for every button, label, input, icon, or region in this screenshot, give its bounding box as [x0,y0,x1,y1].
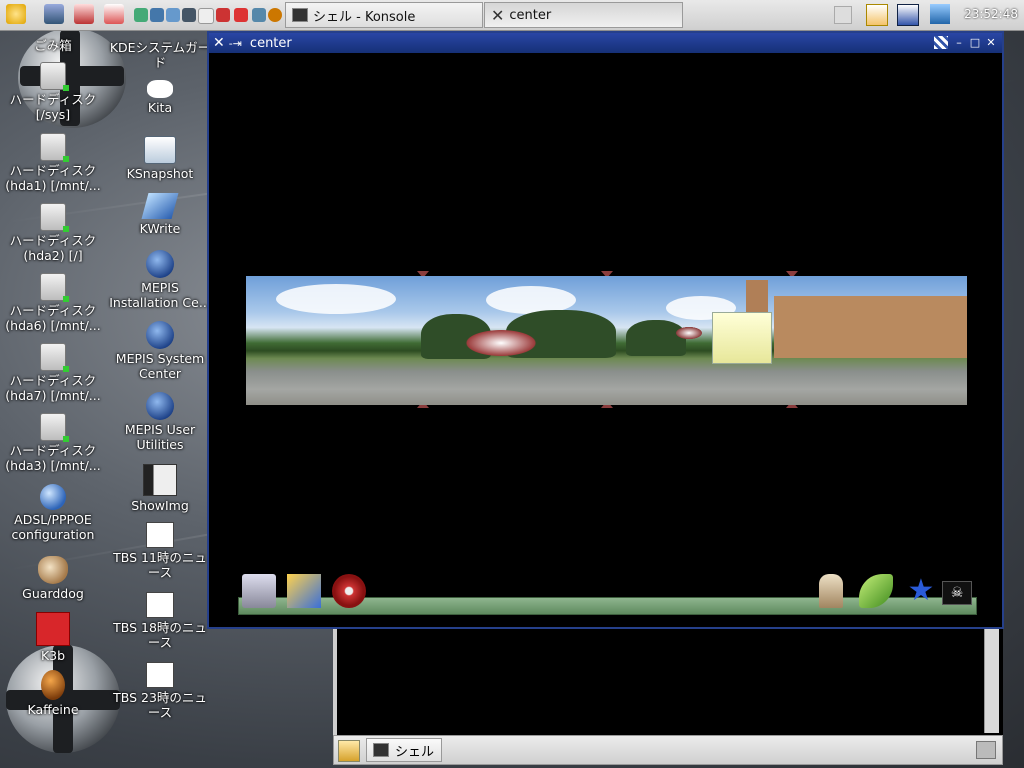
camera-icon [144,136,176,164]
kita-icon [147,80,173,98]
network-icon[interactable] [930,4,950,24]
window-titlebar[interactable]: ✕ -⇥ center – □ ✕ [209,33,1002,53]
desktop-icon-hdd-sys[interactable]: ハードディスク [/sys] [1,62,105,122]
desktop-icon-trash[interactable]: ごみ箱 [1,32,105,53]
desktop-icon-tbs11[interactable]: TBS 11時のニュース [108,522,212,580]
clock: 23:52:48 [964,7,1018,21]
building [774,296,967,358]
terminal-icon[interactable] [182,8,196,22]
k3b-icon[interactable] [234,8,248,22]
desktop-icon-kaffeine[interactable]: Kaffeine [1,670,105,717]
window-title: center [249,35,292,51]
konsole-scrollbar[interactable] [984,629,999,733]
desktop-icon-hdd-hda6[interactable]: ハードディスク (hda6) [/mnt/... [1,273,105,333]
hard-disk-icon [40,273,69,302]
mepis-system-icon [146,321,174,349]
x-icon: ✕ [491,5,505,25]
showimg-icon [143,464,177,496]
center-window: ✕ -⇥ center – □ ✕ ★ ☠ [207,31,1004,629]
globe-icon [40,484,66,510]
kaffeine-icon [41,670,65,700]
pirate-icon[interactable]: ☠ [942,581,972,605]
sticky-icon[interactable]: -⇥ [229,37,242,50]
tower-icon[interactable] [819,574,843,608]
cloud [276,284,396,314]
app-icon[interactable] [150,8,164,22]
konsole-tabbar: シェル [333,735,1003,765]
desktop-icon-hdd-hda3[interactable]: ハードディスク (hda3) [/mnt/... [1,413,105,473]
desktop-icon-hdd-hda7[interactable]: ハードディスク (hda7) [/mnt/... [1,343,105,403]
task-center[interactable]: ✕ center [484,2,683,28]
hard-disk-icon [40,343,69,372]
minimize-button[interactable]: – [952,36,966,49]
pen-icon [141,193,179,219]
desktop-icon-ksysguard[interactable]: KDEシステムガード [108,40,212,70]
tray-icon[interactable] [834,6,852,24]
hard-disk-icon [40,203,69,232]
app-icon[interactable] [166,8,180,22]
mepis-install-icon [146,250,174,278]
desktop-icon-mepis-user[interactable]: MEPIS User Utilities [108,392,212,452]
x-icon[interactable]: ✕ [213,35,225,51]
konsole-terminal[interactable] [333,629,1003,735]
home-icon[interactable] [104,4,124,24]
kde-gear-icon[interactable] [6,4,26,24]
star-icon[interactable]: ★ [904,574,938,608]
desktop-icon-mepis-system[interactable]: MEPIS System Center [108,321,212,381]
floating-document-widget[interactable] [712,312,772,364]
desktop-icon-tbs18[interactable]: TBS 18時のニュース [108,592,212,650]
tools-icon[interactable] [74,4,94,24]
desktop-icon-hdd-hda2[interactable]: ハードディスク (hda2) [/] [1,203,105,263]
desktop-icon-kita[interactable]: Kita [108,80,212,115]
kde-icon[interactable] [866,4,888,26]
editor-icon[interactable] [44,4,64,24]
monitor-icon[interactable] [897,4,919,26]
task-konsole[interactable]: シェル - Konsole [285,2,483,28]
terminal-icon [292,8,308,22]
close-tab-icon[interactable] [976,741,996,759]
maximize-button[interactable]: □ [968,36,982,49]
tv-icon [146,592,174,618]
floating-small-widget[interactable] [674,326,704,340]
computer-icon[interactable] [242,574,276,608]
desktop-icon-guarddog[interactable]: Guarddog [1,556,105,601]
panorama-image[interactable] [246,276,967,405]
konsole-tab-shell[interactable]: シェル [366,738,442,762]
floating-ring-widget[interactable] [461,328,541,358]
mepis-user-icon [146,392,174,420]
app-icon[interactable] [252,8,266,22]
hard-disk-icon [40,413,69,442]
dog-icon [38,556,68,584]
cd-icon[interactable] [332,574,366,608]
app-icon[interactable] [134,8,148,22]
star-tools-icon[interactable] [287,574,321,608]
desktop-icon-hdd-hda1[interactable]: ハードディスク (hda1) [/mnt/... [1,133,105,193]
tv-icon [146,522,174,548]
menu-icon[interactable] [934,36,948,49]
kaffeine-icon[interactable] [268,8,282,22]
trash-icon [44,32,62,36]
k3b-icon [36,612,70,646]
terminal-icon [373,743,389,757]
close-button[interactable]: ✕ [984,36,998,49]
desktop-icon-ksnapshot[interactable]: KSnapshot [108,136,212,181]
tv-icon [146,662,174,688]
desktop-icon-showimg[interactable]: ShowImg [108,464,212,513]
task-label: center [509,7,552,23]
task-label: シェル - Konsole [313,9,416,25]
desktop-icon-kwrite[interactable]: KWrite [108,193,212,236]
tree [626,320,686,356]
top-panel: シェル - Konsole ✕ center 23:52:48 [0,0,1024,31]
app-icon[interactable] [198,8,214,24]
hard-disk-icon [40,62,69,91]
desktop-icon-adsl[interactable]: ADSL/PPPOE configuration [1,484,105,542]
app-icon[interactable] [216,8,230,22]
new-tab-icon[interactable] [338,740,360,762]
hard-disk-icon [40,133,69,162]
desktop-icon-k3b[interactable]: K3b [1,612,105,663]
desktop-icon-mepis-install[interactable]: MEPIS Installation Ce... [108,250,212,310]
desktop-icon-tbs23[interactable]: TBS 23時のニュース [108,662,212,720]
